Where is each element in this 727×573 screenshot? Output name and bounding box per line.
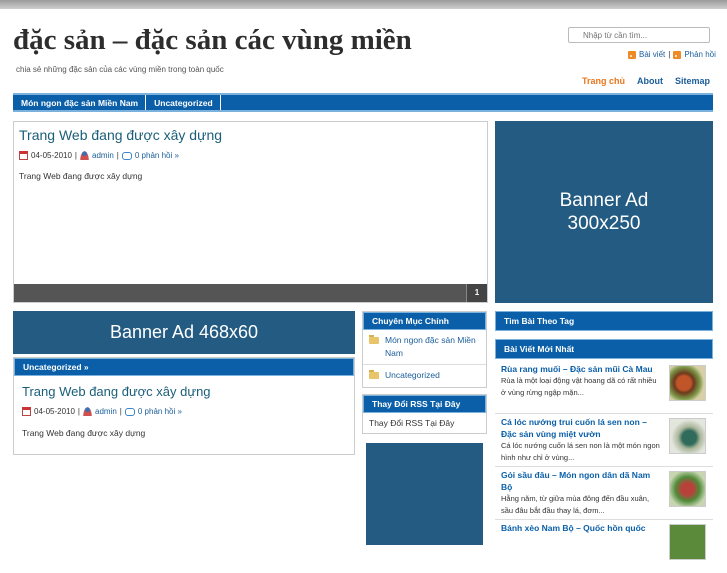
post-excerpt: Trang Web đang được xây dựng <box>22 428 146 438</box>
recent-post-link[interactable]: Rùa rang muối – Đặc sản mũi Cà Mau <box>501 363 661 375</box>
recent-post-thumbnail[interactable] <box>669 524 706 560</box>
featured-slider: Trang Web đang được xây dựng 04-05-2010 … <box>13 121 488 303</box>
rss-widget: Thay Đổi RSS Tại Đây Thay Đổi RSS Tại Đâ… <box>362 394 487 434</box>
recent-posts-title: Bài Viết Mới Nhất <box>495 339 713 359</box>
recent-post-excerpt: Hằng năm, từ giữa mùa đông đến đầu xuân,… <box>501 494 650 515</box>
section-title[interactable]: Uncategorized » <box>14 358 354 376</box>
search-input[interactable] <box>568 27 710 43</box>
recent-post-thumbnail[interactable] <box>669 471 706 507</box>
recent-post-link[interactable]: Cá lóc nướng trui cuốn lá sen non – Đặc … <box>501 416 661 440</box>
rss-icon <box>628 50 636 59</box>
category-link-uncategorized[interactable]: Uncategorized <box>385 369 440 382</box>
recent-post-excerpt: Cá lóc nướng cuốn lá sen non là một món … <box>501 441 660 462</box>
top-strip <box>0 0 727 9</box>
featured-post-title[interactable]: Trang Web đang được xây dựng <box>19 127 222 143</box>
folder-icon <box>369 335 379 344</box>
banner-ad-line1: Banner Ad <box>559 190 649 211</box>
top-nav: Trang chủ About Sitemap <box>570 76 710 86</box>
category-tab-mien-nam[interactable]: Món ngon đặc sản Miền Nam <box>13 95 147 110</box>
rss-separator: | <box>668 50 671 59</box>
post-meta: 04-05-2010 | admin | 0 phản hồi » <box>22 407 182 416</box>
tags-widget-title[interactable]: Tìm Bài Theo Tag <box>495 311 713 331</box>
author-link[interactable]: admin <box>92 151 114 160</box>
site-tagline: chia sẻ những đặc sản của các vùng miền … <box>16 65 224 74</box>
recent-posts-list: Rùa rang muối – Đặc sản mũi Cà Mau Rùa l… <box>495 361 713 573</box>
post-date: 04-05-2010 <box>34 407 75 416</box>
ad-block-vertical[interactable] <box>366 443 483 545</box>
slide-number-button[interactable]: 1 <box>466 284 487 302</box>
rss-widget-title: Thay Đổi RSS Tại Đây <box>363 395 486 413</box>
comment-icon <box>124 407 135 416</box>
author-link[interactable]: admin <box>95 407 117 416</box>
slider-control-bar: 1 <box>14 284 487 302</box>
category-tab-uncategorized[interactable]: Uncategorized <box>146 95 221 110</box>
rss-widget-text[interactable]: Thay Đổi RSS Tại Đây <box>363 413 486 433</box>
user-icon <box>83 407 92 416</box>
folder-icon <box>369 370 379 379</box>
categories-widget-title: Chuyên Mục Chính <box>363 312 486 330</box>
category-item: Món ngon đặc sản Miền Nam <box>363 330 486 365</box>
featured-post-excerpt: Trang Web đang được xây dựng <box>19 171 143 181</box>
recent-post-item: Rùa rang muối – Đặc sản mũi Cà Mau Rùa l… <box>495 361 713 414</box>
nav-about[interactable]: About <box>625 76 663 86</box>
category-link-mien-nam[interactable]: Món ngon đặc sản Miền Nam <box>385 334 480 360</box>
categories-widget: Chuyên Mục Chính Món ngon đặc sản Miền N… <box>362 311 487 388</box>
comments-link[interactable]: 0 phản hồi » <box>138 407 182 416</box>
recent-post-excerpt: Rùa là một loại động vật hoang dã có rất… <box>501 376 657 397</box>
recent-post-link[interactable]: Bánh xèo Nam Bộ – Quốc hồn quốc <box>501 522 661 534</box>
rss-links: Bài viết | Phản hồi <box>628 50 716 59</box>
calendar-icon <box>22 407 31 416</box>
rss-posts-link[interactable]: Bài viết <box>639 50 665 59</box>
recent-post-item: Bánh xèo Nam Bộ – Quốc hồn quốc <box>495 520 713 573</box>
post-date: 04-05-2010 <box>31 151 72 160</box>
banner-ad-text: Banner Ad 468x60 <box>109 322 259 342</box>
comment-icon <box>121 151 132 160</box>
calendar-icon <box>19 151 28 160</box>
banner-ad-468x60[interactable]: Banner Ad 468x60 <box>13 311 355 354</box>
featured-post-meta: 04-05-2010 | admin | 0 phản hồi » <box>19 151 179 160</box>
site-title[interactable]: đặc sản – đặc sản các vùng miền <box>13 24 412 57</box>
recent-post-item: Gỏi sầu đâu – Món ngon dân dã Nam Bộ Hằn… <box>495 467 713 520</box>
nav-sitemap[interactable]: Sitemap <box>663 76 710 86</box>
category-nav-bar: Món ngon đặc sản Miền Nam Uncategorized <box>13 93 713 112</box>
recent-post-link[interactable]: Gỏi sầu đâu – Món ngon dân dã Nam Bộ <box>501 469 661 493</box>
recent-post-thumbnail[interactable] <box>669 418 706 454</box>
comments-link[interactable]: 0 phản hồi » <box>135 151 179 160</box>
category-post-section: Uncategorized » Trang Web đang được xây … <box>13 357 355 455</box>
post-title[interactable]: Trang Web đang được xây dựng <box>22 384 211 399</box>
rss-icon <box>673 50 682 59</box>
recent-post-item: Cá lóc nướng trui cuốn lá sen non – Đặc … <box>495 414 713 467</box>
banner-ad-300x250[interactable]: Banner Ad 300x250 <box>495 121 713 303</box>
user-icon <box>80 151 89 160</box>
rss-comments-link[interactable]: Phản hồi <box>684 50 716 59</box>
nav-home[interactable]: Trang chủ <box>570 76 625 86</box>
recent-post-thumbnail[interactable] <box>669 365 706 401</box>
banner-ad-line2: 300x250 <box>567 213 641 234</box>
category-item: Uncategorized <box>363 365 486 386</box>
